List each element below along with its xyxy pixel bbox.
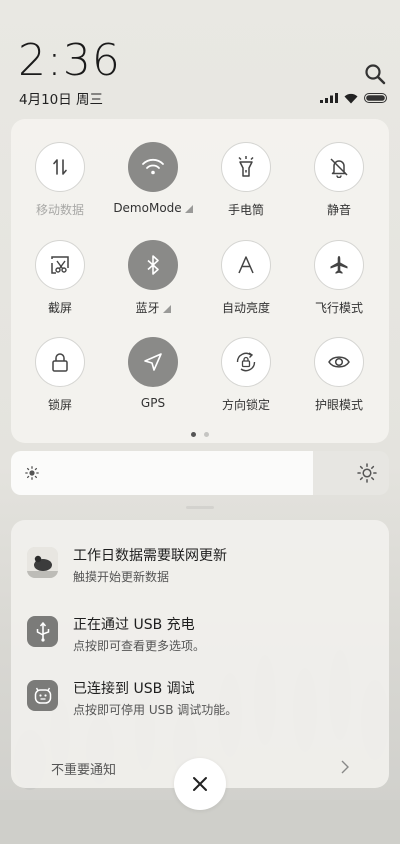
- tile-label: 截屏: [47, 301, 72, 315]
- usb-icon: [27, 616, 58, 647]
- tile-label-row: DemoMode: [107, 201, 199, 215]
- brightness-slider[interactable]: [11, 451, 389, 495]
- tile-label: DemoMode: [113, 201, 182, 215]
- notification-item-data-update[interactable]: 工作日数据需要联网更新 触摸开始更新数据: [27, 547, 367, 585]
- flashlight-icon: [238, 156, 254, 177]
- tile-lock-screen[interactable]: 锁屏: [14, 337, 106, 413]
- rotation-lock-icon: [236, 352, 256, 372]
- notification-panel: 工作日数据需要联网更新 触摸开始更新数据 正在通过 USB 充电 点按即可查看更…: [11, 520, 389, 788]
- mute-bell-icon: [330, 158, 348, 178]
- screenshot-icon: [51, 256, 69, 274]
- clear-all-button[interactable]: [174, 758, 226, 810]
- tile-mute[interactable]: 静音: [293, 142, 385, 218]
- app-thumbnail-icon: [27, 547, 58, 578]
- notification-subtitle: 点按即可停用 USB 调试功能。: [73, 703, 238, 717]
- tile-airplane-mode[interactable]: 飞行模式: [293, 240, 385, 316]
- tile-label: 飞行模式: [314, 301, 363, 315]
- tile-button[interactable]: [35, 337, 85, 387]
- tile-button[interactable]: [221, 337, 271, 387]
- tile-button[interactable]: [314, 337, 364, 387]
- tile-label: 方向锁定: [221, 398, 270, 412]
- tile-button[interactable]: [314, 142, 364, 192]
- tile-rotation-lock[interactable]: 方向锁定: [200, 337, 292, 413]
- quick-settings-panel: 移动数据 DemoMode 手电筒 静音 截屏 蓝牙 自动亮度 飞行模式 锁屏 …: [11, 119, 389, 443]
- wifi-icon: [344, 93, 358, 103]
- wifi-icon: [142, 158, 164, 175]
- close-icon: [193, 777, 207, 791]
- chevron-right-icon[interactable]: [341, 760, 349, 774]
- lock-icon: [52, 353, 68, 372]
- tile-button[interactable]: [35, 240, 85, 290]
- battery-icon: [364, 93, 387, 103]
- tile-demomode[interactable]: DemoMode: [107, 142, 199, 215]
- tile-label: 静音: [326, 203, 351, 217]
- notification-title: 正在通过 USB 充电: [73, 617, 195, 633]
- tile-label: GPS: [140, 396, 166, 410]
- tile-label: 自动亮度: [221, 301, 270, 315]
- tile-label: 蓝牙: [135, 301, 160, 315]
- tile-label: 锁屏: [47, 398, 72, 412]
- tile-label: 手电筒: [227, 203, 264, 217]
- notification-title: 已连接到 USB 调试: [73, 681, 195, 697]
- tile-flashlight[interactable]: 手电筒: [200, 142, 292, 218]
- page-dot-1[interactable]: [191, 432, 196, 437]
- tile-button[interactable]: [128, 337, 178, 387]
- signal-icon: [320, 93, 338, 103]
- date-label[interactable]: 4月10日 周三: [19, 88, 103, 108]
- tile-auto-brightness[interactable]: 自动亮度: [200, 240, 292, 316]
- unimportant-notifications-link[interactable]: 不重要通知: [51, 759, 116, 778]
- tile-mobile-data[interactable]: 移动数据: [14, 142, 106, 218]
- tile-button[interactable]: [314, 240, 364, 290]
- tile-bluetooth[interactable]: 蓝牙: [107, 240, 199, 316]
- tile-label-row: 蓝牙: [107, 299, 199, 316]
- panel-drag-handle[interactable]: [186, 506, 214, 509]
- clock-time[interactable]: 2:36: [18, 36, 121, 86]
- status-icons: [320, 92, 388, 104]
- more-options-icon: [162, 305, 171, 313]
- notification-item-usb-debugging[interactable]: 已连接到 USB 调试 点按即可停用 USB 调试功能。: [27, 680, 367, 718]
- tile-button[interactable]: [128, 142, 178, 192]
- sun-large-icon: [357, 463, 377, 483]
- sun-small-icon: [25, 466, 39, 480]
- bluetooth-icon: [147, 255, 159, 275]
- notification-subtitle: 点按即可查看更多选项。: [73, 639, 206, 653]
- tile-button[interactable]: [128, 240, 178, 290]
- mobile-data-icon: [53, 159, 67, 175]
- tile-screenshot[interactable]: 截屏: [14, 240, 106, 316]
- search-icon[interactable]: [364, 63, 386, 85]
- android-debug-icon: [27, 680, 58, 711]
- more-options-icon: [184, 205, 193, 213]
- page-dot-2[interactable]: [204, 432, 209, 437]
- notification-item-usb-charging[interactable]: 正在通过 USB 充电 点按即可查看更多选项。: [27, 616, 367, 654]
- brightness-fill: [11, 451, 314, 495]
- tile-label: 移动数据: [35, 203, 84, 217]
- auto-brightness-icon: [238, 256, 254, 274]
- page-indicator: [11, 432, 389, 437]
- tile-eye-protection[interactable]: 护眼模式: [293, 337, 385, 413]
- tile-button[interactable]: [221, 142, 271, 192]
- tile-button[interactable]: [35, 142, 85, 192]
- location-icon: [144, 353, 162, 371]
- eye-icon: [328, 356, 350, 368]
- tile-button[interactable]: [221, 240, 271, 290]
- tile-gps[interactable]: GPS: [107, 337, 199, 410]
- tile-label: 护眼模式: [314, 398, 363, 412]
- notification-title: 工作日数据需要联网更新: [73, 548, 227, 564]
- airplane-icon: [330, 256, 348, 274]
- notification-subtitle: 触摸开始更新数据: [73, 570, 170, 584]
